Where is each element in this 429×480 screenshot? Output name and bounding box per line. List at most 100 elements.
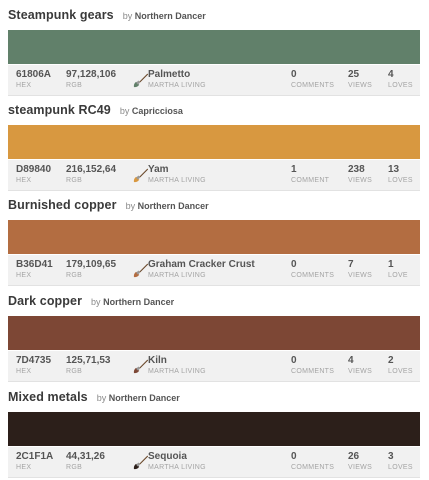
by-label: by (122, 11, 133, 21)
author-link[interactable]: Northern Dancer (135, 11, 206, 21)
hex-label: HEX (16, 272, 32, 279)
palette-source: MARTHA LIVING (148, 177, 206, 184)
color-title-link[interactable]: Mixed metals (8, 390, 88, 404)
hex-info: 61806A HEX (16, 69, 51, 91)
palette-color-name[interactable]: Palmetto (148, 69, 206, 81)
byline: by Northern Dancer (126, 201, 209, 211)
comments-label: COMMENT (291, 177, 330, 184)
views-label: VIEWS (348, 272, 373, 279)
comments-label: COMMENTS (291, 368, 335, 375)
rgb-label: RGB (66, 177, 83, 184)
views-stat: 25 VIEWS (348, 69, 372, 91)
color-title-link[interactable]: Dark copper (8, 294, 82, 308)
comments-label: COMMENTS (291, 82, 335, 89)
views-count: 26 (348, 451, 360, 462)
color-swatch[interactable] (8, 412, 420, 446)
loves-label: LOVES (388, 464, 413, 471)
hex-info: D89840 HEX (16, 164, 51, 186)
color-card: Dark copper by Northern Dancer 7D4735 HE… (8, 294, 420, 382)
color-title-link[interactable]: steampunk RC49 (8, 103, 111, 117)
palette-color-name[interactable]: Sequoia (148, 451, 206, 463)
loves-stat[interactable]: 3 LOVES (388, 451, 413, 473)
color-title-link[interactable]: Burnished copper (8, 198, 117, 212)
loves-count: 4 (388, 69, 394, 80)
color-list: Steampunk gears by Northern Dancer 61806… (0, 0, 429, 480)
loves-stat[interactable]: 13 LOVES (388, 164, 413, 186)
loves-label: LOVES (388, 368, 413, 375)
loves-stat[interactable]: 2 LOVES (388, 355, 413, 377)
rgb-info: 179,109,65 RGB (66, 259, 116, 281)
color-swatch[interactable] (8, 30, 420, 64)
hex-label: HEX (16, 368, 32, 375)
rgb-label: RGB (66, 368, 83, 375)
rgb-info: 125,71,53 RGB (66, 355, 111, 377)
color-details: 2C1F1A HEX 44,31,26 RGB Sequoia MARTHA L… (8, 447, 420, 478)
author-link[interactable]: Capricciosa (132, 106, 183, 116)
paintbrush-icon (133, 168, 149, 183)
card-header: steampunk RC49 by Capricciosa (8, 103, 420, 119)
color-swatch[interactable] (8, 125, 420, 159)
paintbrush-icon (133, 359, 149, 374)
comments-stat[interactable]: 0 COMMENTS (291, 355, 334, 377)
color-card: Steampunk gears by Northern Dancer 61806… (8, 8, 420, 96)
views-stat: 7 VIEWS (348, 259, 372, 281)
comments-count: 0 (291, 69, 297, 80)
rgb-value: 179,109,65 (66, 259, 117, 270)
color-swatch[interactable] (8, 220, 420, 254)
palette-name-info: Kiln MARTHA LIVING (148, 355, 206, 377)
comments-count: 0 (291, 259, 297, 270)
color-title-link[interactable]: Steampunk gears (8, 8, 114, 22)
palette-name-info: Sequoia MARTHA LIVING (148, 451, 206, 473)
hex-value: 7D4735 (16, 355, 52, 366)
loves-stat[interactable]: 4 LOVES (388, 69, 413, 91)
views-count: 7 (348, 259, 354, 270)
by-label: by (96, 393, 107, 403)
loves-count: 3 (388, 451, 394, 462)
byline: by Northern Dancer (123, 11, 206, 21)
views-label: VIEWS (348, 464, 373, 471)
color-card: steampunk RC49 by Capricciosa D89840 HEX… (8, 103, 420, 191)
comments-stat[interactable]: 0 COMMENTS (291, 259, 334, 281)
author-link[interactable]: Northern Dancer (103, 297, 174, 307)
loves-count: 13 (388, 164, 400, 175)
comments-stat[interactable]: 0 COMMENTS (291, 69, 334, 91)
comments-count: 0 (291, 451, 297, 462)
comments-stat[interactable]: 1 COMMENT (291, 164, 329, 186)
views-count: 25 (348, 69, 360, 80)
loves-stat[interactable]: 1 LOVE (388, 259, 408, 281)
card-header: Burnished copper by Northern Dancer (8, 198, 420, 214)
views-stat: 238 VIEWS (348, 164, 372, 186)
by-label: by (119, 106, 130, 116)
byline: by Capricciosa (120, 106, 183, 116)
comments-label: COMMENTS (291, 272, 335, 279)
palette-name-info: Yam MARTHA LIVING (148, 164, 206, 186)
comments-label: COMMENTS (291, 464, 335, 471)
palette-source: MARTHA LIVING (148, 272, 206, 279)
byline: by Northern Dancer (97, 393, 180, 403)
byline: by Northern Dancer (91, 297, 174, 307)
rgb-label: RGB (66, 464, 83, 471)
hex-value: B36D41 (16, 259, 53, 270)
palette-color-name[interactable]: Graham Cracker Crust (148, 259, 255, 271)
color-card: Mixed metals by Northern Dancer 2C1F1A H… (8, 390, 420, 478)
palette-source: MARTHA LIVING (148, 464, 206, 471)
loves-count: 2 (388, 355, 394, 366)
color-details: D89840 HEX 216,152,64 RGB Yam MARTHA LIV… (8, 160, 420, 191)
author-link[interactable]: Northern Dancer (138, 201, 209, 211)
loves-count: 1 (388, 259, 394, 270)
hex-label: HEX (16, 464, 32, 471)
views-label: VIEWS (348, 177, 373, 184)
comments-count: 1 (291, 164, 297, 175)
hex-info: 2C1F1A HEX (16, 451, 53, 473)
hex-info: B36D41 HEX (16, 259, 53, 281)
color-details: 61806A HEX 97,128,106 RGB Palmetto MARTH… (8, 65, 420, 96)
author-link[interactable]: Northern Dancer (109, 393, 180, 403)
comments-stat[interactable]: 0 COMMENTS (291, 451, 334, 473)
views-count: 4 (348, 355, 354, 366)
palette-name-info: Graham Cracker Crust MARTHA LIVING (148, 259, 255, 281)
palette-color-name[interactable]: Yam (148, 164, 206, 176)
hex-value: 61806A (16, 69, 52, 80)
rgb-label: RGB (66, 272, 83, 279)
color-swatch[interactable] (8, 316, 420, 350)
palette-color-name[interactable]: Kiln (148, 355, 206, 367)
